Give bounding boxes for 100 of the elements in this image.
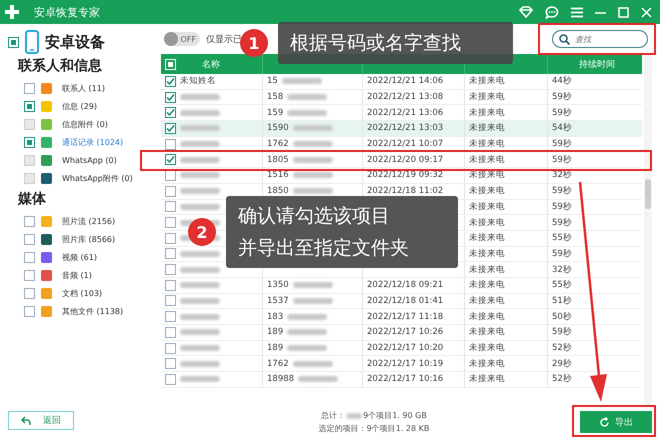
table-cell: 未接来电 xyxy=(469,248,505,260)
blurred-text xyxy=(292,298,333,304)
blurred-text xyxy=(292,188,333,194)
row-checkbox[interactable] xyxy=(165,107,176,118)
category-item[interactable]: 音频 (1) xyxy=(62,270,92,280)
checkbox[interactable] xyxy=(24,136,35,148)
checkbox[interactable] xyxy=(24,234,35,244)
blurred-text xyxy=(180,345,220,352)
select-all-checkbox[interactable] xyxy=(165,58,176,70)
table-cell: 未接来电 xyxy=(469,216,505,229)
back-arrow-icon xyxy=(21,416,31,426)
row-checkbox[interactable] xyxy=(165,92,176,103)
table-cell: 59秒 xyxy=(552,154,572,166)
table-row[interactable]: 1762 2022/12/17 10:19 未接来电 29秒 xyxy=(161,356,642,372)
row-checkbox[interactable] xyxy=(165,154,176,166)
table-cell: 2022/12/21 14:06 xyxy=(367,76,444,86)
table-row[interactable]: 1537 2022/12/18 01:41 未接来电 51秒 xyxy=(161,294,642,310)
device-label[interactable]: 安卓设备 xyxy=(45,32,105,52)
category-item[interactable]: 其他文件 (1138) xyxy=(62,306,124,316)
table-row[interactable]: 183 2022/12/17 11:18 未接来电 50秒 xyxy=(161,309,642,325)
table-cell: 未接来电 xyxy=(469,154,505,166)
blurred-text xyxy=(180,110,220,116)
table-cell: 1762 xyxy=(267,358,289,369)
table-cell: 2022/12/18 09:21 xyxy=(367,280,444,290)
maximize-icon[interactable] xyxy=(618,6,629,18)
toggle-switch[interactable]: OFF xyxy=(164,32,200,46)
row-checkbox[interactable] xyxy=(165,326,176,338)
category-item[interactable]: 照片流 (2156) xyxy=(62,216,116,226)
row-checkbox[interactable] xyxy=(165,295,176,306)
checkbox[interactable] xyxy=(24,306,35,316)
table-cell: 未接来电 xyxy=(469,279,505,292)
table-cell: 50秒 xyxy=(552,310,572,323)
table-cell: 44秒 xyxy=(552,75,572,88)
row-checkbox[interactable] xyxy=(165,217,176,228)
row-checkbox[interactable] xyxy=(165,374,176,385)
table-cell: 1850 xyxy=(267,186,289,196)
table-cell: 未接来电 xyxy=(469,138,505,150)
row-checkbox[interactable] xyxy=(165,122,176,134)
table-cell: 29秒 xyxy=(552,358,572,370)
row-checkbox[interactable] xyxy=(165,342,176,354)
table-cell: 189 xyxy=(267,327,284,338)
blurred-text xyxy=(292,172,333,178)
checkbox[interactable] xyxy=(24,82,35,94)
table-cell: 2022/12/17 10:19 xyxy=(367,358,444,369)
checkbox[interactable] xyxy=(24,270,35,280)
row-checkbox[interactable] xyxy=(165,248,176,260)
search-field[interactable]: 查找 xyxy=(552,30,648,48)
table-cell: 未接来电 xyxy=(469,358,505,370)
checkbox[interactable] xyxy=(24,216,35,226)
table-cell: 59秒 xyxy=(552,216,572,229)
table-row[interactable]: 158 2022/12/21 13:08 未接来电 59秒 xyxy=(161,90,642,106)
diamond-icon[interactable] xyxy=(519,6,533,18)
table-row[interactable]: 1590 2022/12/21 13:03 未接来电 54秒 xyxy=(161,121,642,137)
row-checkbox[interactable] xyxy=(165,138,176,150)
row-checkbox[interactable] xyxy=(165,76,176,87)
checkbox[interactable] xyxy=(8,36,19,48)
checkbox[interactable] xyxy=(24,288,35,298)
blurred-text xyxy=(180,266,220,273)
category-item[interactable]: 文档 (103) xyxy=(62,288,102,298)
menu-icon[interactable] xyxy=(571,6,583,18)
table-row[interactable]: 1350 2022/12/18 09:21 未接来电 55秒 xyxy=(161,278,642,294)
blurred-text xyxy=(298,376,338,382)
row-checkbox[interactable] xyxy=(165,280,176,291)
checkbox[interactable] xyxy=(24,252,35,262)
row-checkbox[interactable] xyxy=(165,232,176,244)
table-row[interactable]: 未知姓名 15 2022/12/21 14:06 未接来电 44秒 xyxy=(161,74,642,90)
row-checkbox[interactable] xyxy=(165,201,176,212)
scrollbar[interactable] xyxy=(644,54,652,405)
category-item[interactable]: 信息 (29) xyxy=(62,100,97,112)
table-row[interactable]: 189 2022/12/17 10:20 未接来电 52秒 xyxy=(161,340,642,356)
blurred-text xyxy=(180,376,220,382)
table-cell: 59秒 xyxy=(552,248,572,260)
section-title: 联系人和信息 xyxy=(18,57,103,75)
blurred-text xyxy=(292,125,333,132)
table-row[interactable]: 189 2022/12/17 10:26 未接来电 59秒 xyxy=(161,325,642,341)
table-cell: 未接来电 xyxy=(469,122,505,134)
row-checkbox[interactable] xyxy=(165,358,176,370)
table-cell: 未接来电 xyxy=(469,373,505,386)
section-title: 媒体 xyxy=(18,190,47,208)
chat-icon[interactable] xyxy=(545,6,559,18)
table-cell: 55秒 xyxy=(552,279,572,292)
category-item[interactable]: 视频 (61) xyxy=(62,252,97,262)
row-checkbox[interactable] xyxy=(165,311,176,322)
table-cell: 2022/12/21 10:07 xyxy=(367,139,444,150)
row-checkbox[interactable] xyxy=(165,186,176,197)
category-item[interactable]: 联系人 (11) xyxy=(62,82,105,94)
row-checkbox[interactable] xyxy=(165,264,176,276)
category-item[interactable]: 通话记录 (1024) xyxy=(62,136,124,148)
table-cell: 1762 xyxy=(267,139,289,150)
phone-icon xyxy=(25,30,39,54)
table-cell: 159 xyxy=(267,108,284,118)
table-cell: 59秒 xyxy=(552,200,572,213)
blurred-text xyxy=(180,141,220,148)
close-icon[interactable] xyxy=(641,6,652,18)
table-cell: 59秒 xyxy=(552,91,572,104)
table-cell: 189 xyxy=(267,343,284,354)
table-cell: 15 xyxy=(267,76,278,86)
back-button[interactable]: 返回 xyxy=(8,411,74,430)
checkbox[interactable] xyxy=(24,100,35,112)
category-item[interactable]: 照片库 (8566) xyxy=(62,234,116,244)
